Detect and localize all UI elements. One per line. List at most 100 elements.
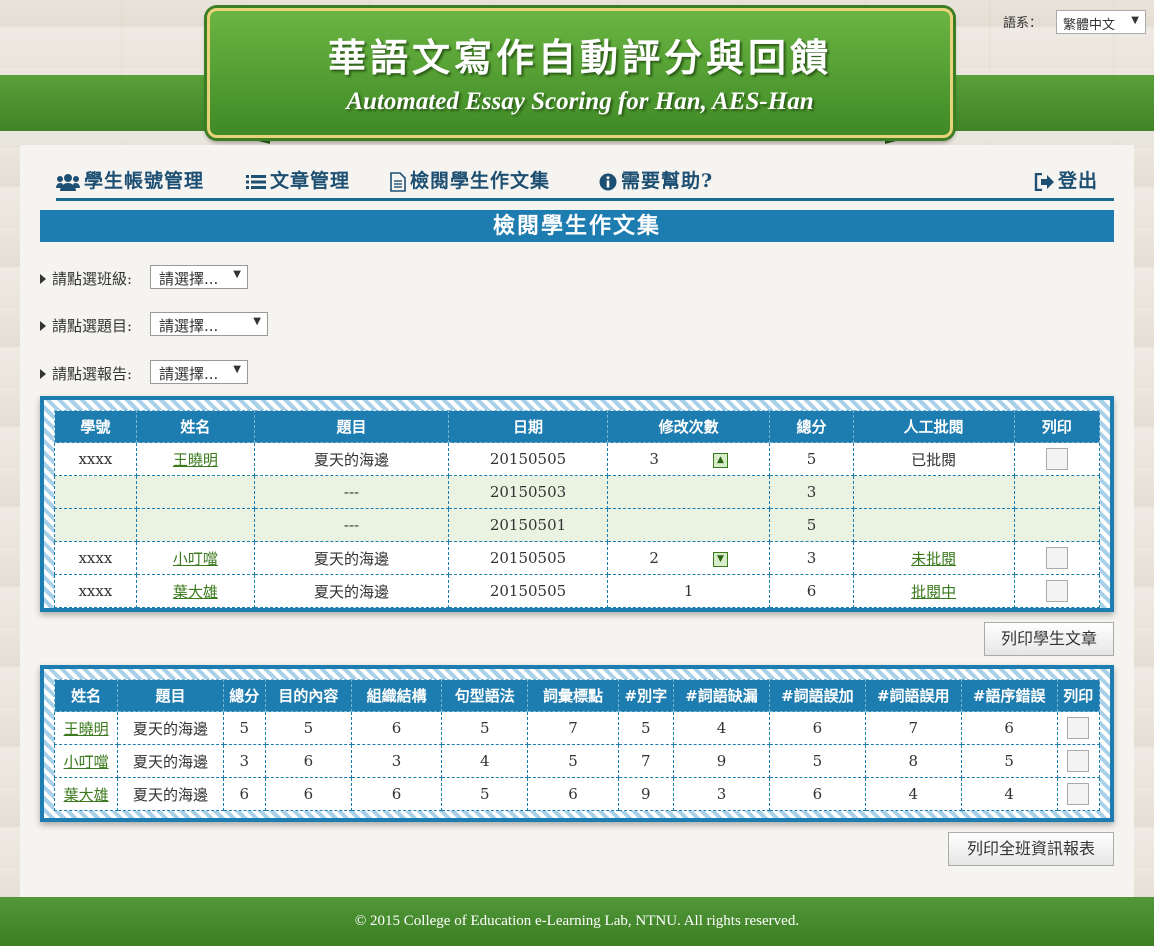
student-name-link[interactable]: 葉大雄 — [173, 583, 218, 601]
student-name-link[interactable]: 王曉明 — [173, 451, 218, 469]
score-value-cell: 7 — [617, 744, 675, 778]
student-id-cell: xxxx — [54, 442, 137, 476]
report-table-header: 列印 — [1056, 679, 1101, 712]
language-value: 繁體中文 — [1063, 18, 1116, 33]
topic-filter-label: 請點選題目: — [40, 315, 132, 336]
topic-select[interactable]: 請選擇... ▼ — [150, 312, 268, 336]
print-student-essays-button[interactable]: 列印學生文章 — [984, 622, 1114, 656]
student-name-link[interactable]: 小叮噹 — [173, 550, 218, 568]
print-cell — [1056, 777, 1101, 811]
report-table-header: 目的內容 — [264, 679, 353, 712]
report-table-row: 葉大雄 夏天的海邊 6 6 6 5 6 9 3 6 4 4 — [53, 777, 1101, 811]
nav-logout[interactable]: 登出 — [1034, 166, 1098, 193]
language-select[interactable]: 繁體中文 ▼ — [1056, 10, 1146, 34]
essay-table-header: 人工批閱 — [852, 410, 1015, 443]
score-value-cell: 6 — [264, 777, 353, 811]
report-select[interactable]: 請選擇... ▼ — [150, 360, 248, 384]
topic-cell: 夏天的海邊 — [253, 541, 450, 575]
site-banner: 華語文寫作自動評分與回饋 Automated Essay Scoring for… — [207, 8, 953, 138]
review-status-link[interactable]: 未批閱 — [911, 550, 956, 568]
topic-cell: 夏天的海邊 — [253, 442, 450, 476]
score-value-cell: 6 — [351, 711, 443, 745]
student-name-cell: 葉大雄 — [135, 574, 255, 608]
essay-table-header: 列印 — [1013, 410, 1101, 443]
student-name-link[interactable]: 王曉明 — [64, 720, 109, 738]
class-filter-label: 請點選班級: — [40, 268, 132, 289]
score-value-cell: 6 — [768, 711, 866, 745]
site-title: 華語文寫作自動評分與回饋 — [327, 36, 832, 80]
print-checkbox[interactable] — [1045, 547, 1068, 569]
essay-table-box: 學號 姓名 題目 日期 修改次數 總分 人工批閱 列印 xxxx 王曉明 夏天的海邊 2015050… — [40, 396, 1114, 612]
review-status-link[interactable]: 批閱中 — [911, 583, 956, 601]
review-status-cell: 已批閱 — [852, 442, 1015, 476]
nav-help[interactable]: 需要幫助? — [599, 166, 713, 193]
language-label: 語系： — [1003, 16, 1043, 31]
essay-table: 學號 姓名 題目 日期 修改次數 總分 人工批閱 列印 xxxx 王曉明 夏天的海邊 2015050… — [54, 410, 1101, 608]
essay-table-row: xxxx 葉大雄 夏天的海邊 20150505 1 6 批閱中 — [54, 574, 1101, 608]
score-value-cell: 4 — [864, 777, 962, 811]
score-value-cell: 5 — [960, 744, 1058, 778]
student-name-link[interactable]: 葉大雄 — [64, 786, 109, 804]
report-table-header: 姓名 — [53, 679, 119, 712]
print-cell — [1013, 475, 1101, 509]
class-report-table-box: 姓名 題目 總分 目的內容 組織結構 句型語法 詞彙標點 #別字 #詞語缺漏 #詞語誤加 #詞語誤用… — [40, 665, 1114, 822]
print-checkbox[interactable] — [1045, 448, 1068, 470]
nav-review-essays[interactable]: 檢閱學生作文集 — [390, 166, 550, 193]
student-name-link[interactable]: 小叮噹 — [64, 753, 109, 771]
nav-student-accounts[interactable]: 學生帳號管理 — [56, 166, 204, 193]
student-name-cell — [135, 508, 255, 542]
report-table-header: 總分 — [222, 679, 266, 712]
review-status-cell: 未批閱 — [852, 541, 1015, 575]
review-status-text: 已批閱 — [911, 450, 957, 469]
score-value-cell: 6 — [527, 777, 619, 811]
expand-up-icon[interactable]: ▲ — [712, 452, 728, 468]
nav-help-label: 需要幫助? — [621, 170, 714, 192]
print-cell — [1056, 711, 1101, 745]
print-checkbox[interactable] — [1045, 580, 1068, 602]
dropdown-caret-icon: ▼ — [233, 269, 241, 280]
print-class-report-button[interactable]: 列印全班資訊報表 — [948, 832, 1114, 866]
score-value-cell: 4 — [673, 711, 770, 745]
essay-table-row: --- 20150501 5 — [54, 508, 1101, 542]
class-report-table: 姓名 題目 總分 目的內容 組織結構 句型語法 詞彙標點 #別字 #詞語缺漏 #詞語誤加 #詞語誤用… — [53, 679, 1101, 811]
report-table-header: 詞彙標點 — [527, 679, 619, 712]
student-id-cell: xxxx — [54, 574, 137, 608]
list-icon — [246, 175, 266, 189]
score-value-cell: 5 — [264, 711, 353, 745]
score-value-cell: 5 — [617, 711, 675, 745]
essay-table-header: 修改次數 — [606, 410, 771, 443]
dropdown-caret-icon: ▼ — [1131, 15, 1139, 26]
score-value-cell: 3 — [673, 777, 770, 811]
print-checkbox[interactable] — [1067, 750, 1090, 772]
triangle-right-icon — [40, 274, 46, 284]
report-table-row: 小叮噹 夏天的海邊 3 6 3 4 5 7 9 5 8 5 — [53, 744, 1101, 778]
revisions-value: 2 — [649, 549, 659, 567]
topic-cell: 夏天的海邊 — [117, 744, 224, 778]
essay-table-header: 日期 — [448, 410, 608, 443]
essay-table-row: xxxx 小叮噹 夏天的海邊 20150505 2 ▼ 3 未批閱 — [54, 541, 1101, 575]
nav-article-management[interactable]: 文章管理 — [246, 166, 350, 193]
revisions-cell — [606, 508, 771, 542]
expand-down-icon[interactable]: ▼ — [712, 551, 728, 567]
date-cell: 20150505 — [448, 442, 608, 476]
score-value-cell: 6 — [351, 777, 443, 811]
topic-cell: --- — [253, 508, 450, 542]
print-checkbox[interactable] — [1067, 717, 1090, 739]
print-checkbox[interactable] — [1067, 783, 1090, 805]
date-cell: 20150505 — [448, 541, 608, 575]
student-id-cell: xxxx — [54, 541, 137, 575]
score-value-cell: 6 — [222, 777, 266, 811]
student-name-cell: 王曉明 — [135, 442, 255, 476]
essay-table-row: xxxx 王曉明 夏天的海邊 20150505 3 ▲ 5 已批閱 — [54, 442, 1101, 476]
nav-review-essays-label: 檢閱學生作文集 — [410, 170, 551, 192]
score-value-cell: 3 — [222, 744, 266, 778]
dropdown-caret-icon: ▼ — [233, 364, 241, 375]
revisions-cell: 3 ▲ — [606, 442, 771, 476]
student-name-cell: 葉大雄 — [53, 777, 119, 811]
topic-cell: 夏天的海邊 — [117, 711, 224, 745]
score-value-cell: 4 — [441, 744, 529, 778]
essay-table-header: 題目 — [253, 410, 450, 443]
class-select[interactable]: 請選擇... ▼ — [150, 265, 248, 289]
score-value-cell: 9 — [617, 777, 675, 811]
date-cell: 20150501 — [448, 508, 608, 542]
